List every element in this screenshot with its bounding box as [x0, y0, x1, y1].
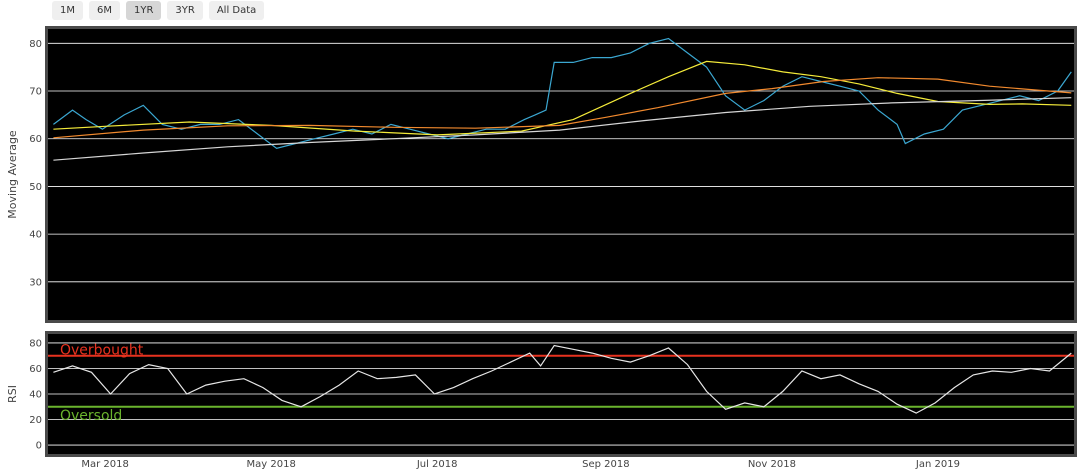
rsi-y-tick-label: 40: [29, 390, 42, 401]
ma-y-tick-label: 40: [29, 230, 42, 241]
rsi-y-axis-title: RSI: [6, 385, 19, 403]
rsi-y-tick-label: 80: [29, 338, 42, 349]
rsi-panel[interactable]: 0 20 40 60 80 RSI Overbought Oversold: [6, 331, 1077, 457]
rsi-y-tick-label: 0: [36, 441, 42, 452]
ma-y-tick-label: 50: [29, 182, 42, 193]
x-tick-label: Mar 2018: [81, 459, 129, 470]
x-tick-label: Nov 2018: [748, 459, 796, 470]
rsi-y-tick-label: 20: [29, 415, 42, 426]
x-tick-label: May 2018: [247, 459, 296, 470]
x-tick-label: Jul 2018: [416, 459, 458, 470]
x-tick-label: Jan 2019: [915, 459, 960, 470]
moving-average-panel[interactable]: 30 40 50 60 70 80 Moving Average: [6, 26, 1077, 323]
reference-label-oversold: Oversold: [60, 408, 122, 424]
ma-y-tick-label: 70: [29, 87, 42, 98]
ma-y-tick-label: 30: [29, 277, 42, 288]
reference-label-overbought: Overbought: [60, 343, 144, 359]
rsi-y-tick-label: 60: [29, 364, 42, 375]
ma-y-tick-label: 80: [29, 39, 42, 50]
x-axis: Mar 2018 May 2018 Jul 2018 Sep 2018 Nov 2018…: [81, 459, 960, 470]
ma-plot-area: [48, 29, 1074, 320]
chart[interactable]: 30 40 50 60 70 80 Moving Average 0 20 40 60 80 RSI O…: [0, 0, 1091, 474]
ma-y-tick-label: 60: [29, 134, 42, 145]
ma-y-axis-title: Moving Average: [6, 130, 19, 219]
x-tick-label: Sep 2018: [582, 459, 629, 470]
